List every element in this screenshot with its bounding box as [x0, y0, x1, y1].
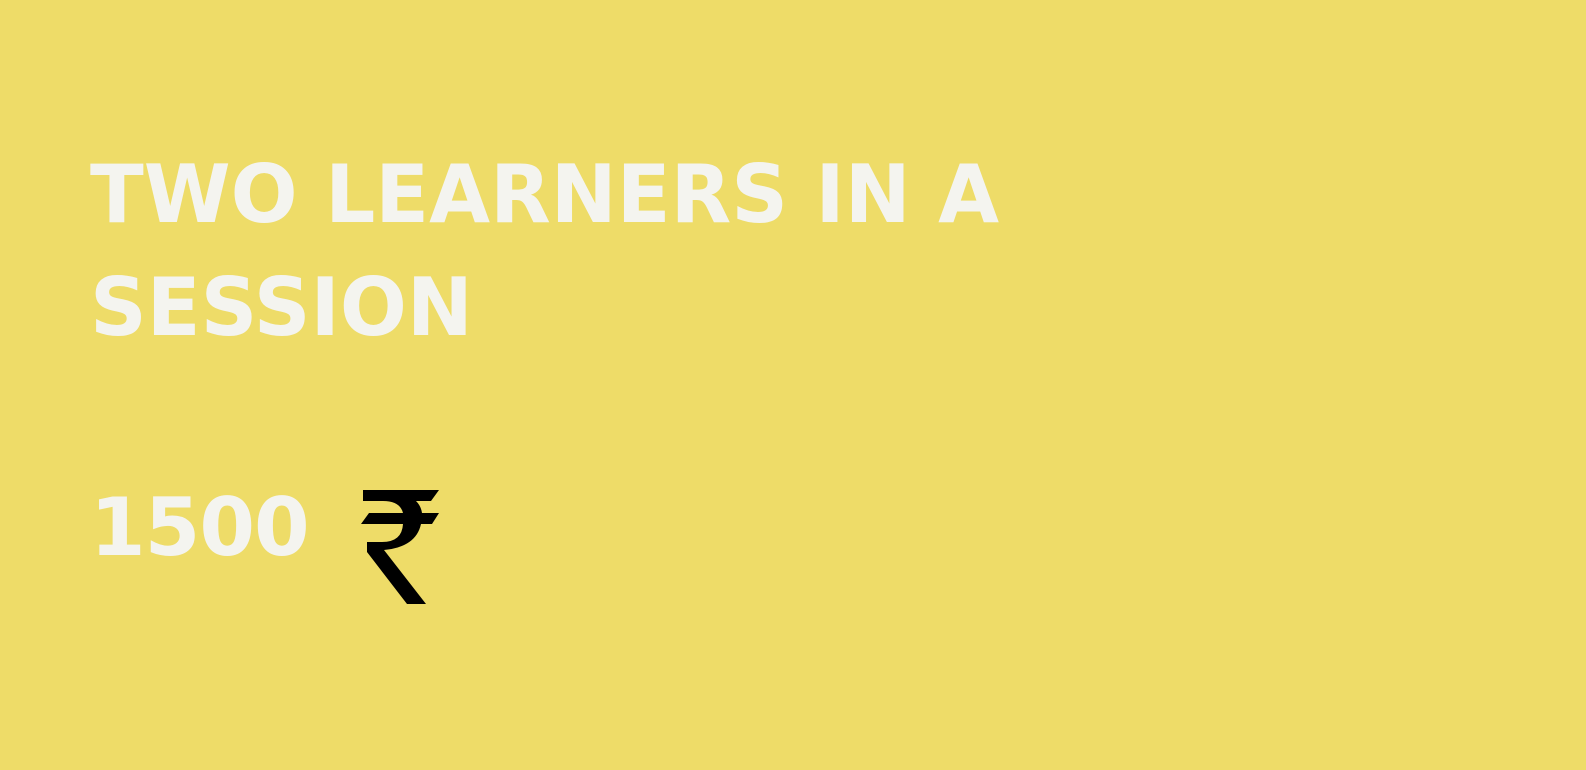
pricing-card: TWO LEARNERS IN A SESSION 1500 [0, 0, 1586, 770]
price-amount: 1500 [90, 481, 310, 574]
rupee-icon [360, 490, 439, 604]
price-row: 1500 [90, 478, 439, 618]
plan-title: TWO LEARNERS IN A SESSION [90, 148, 1000, 354]
